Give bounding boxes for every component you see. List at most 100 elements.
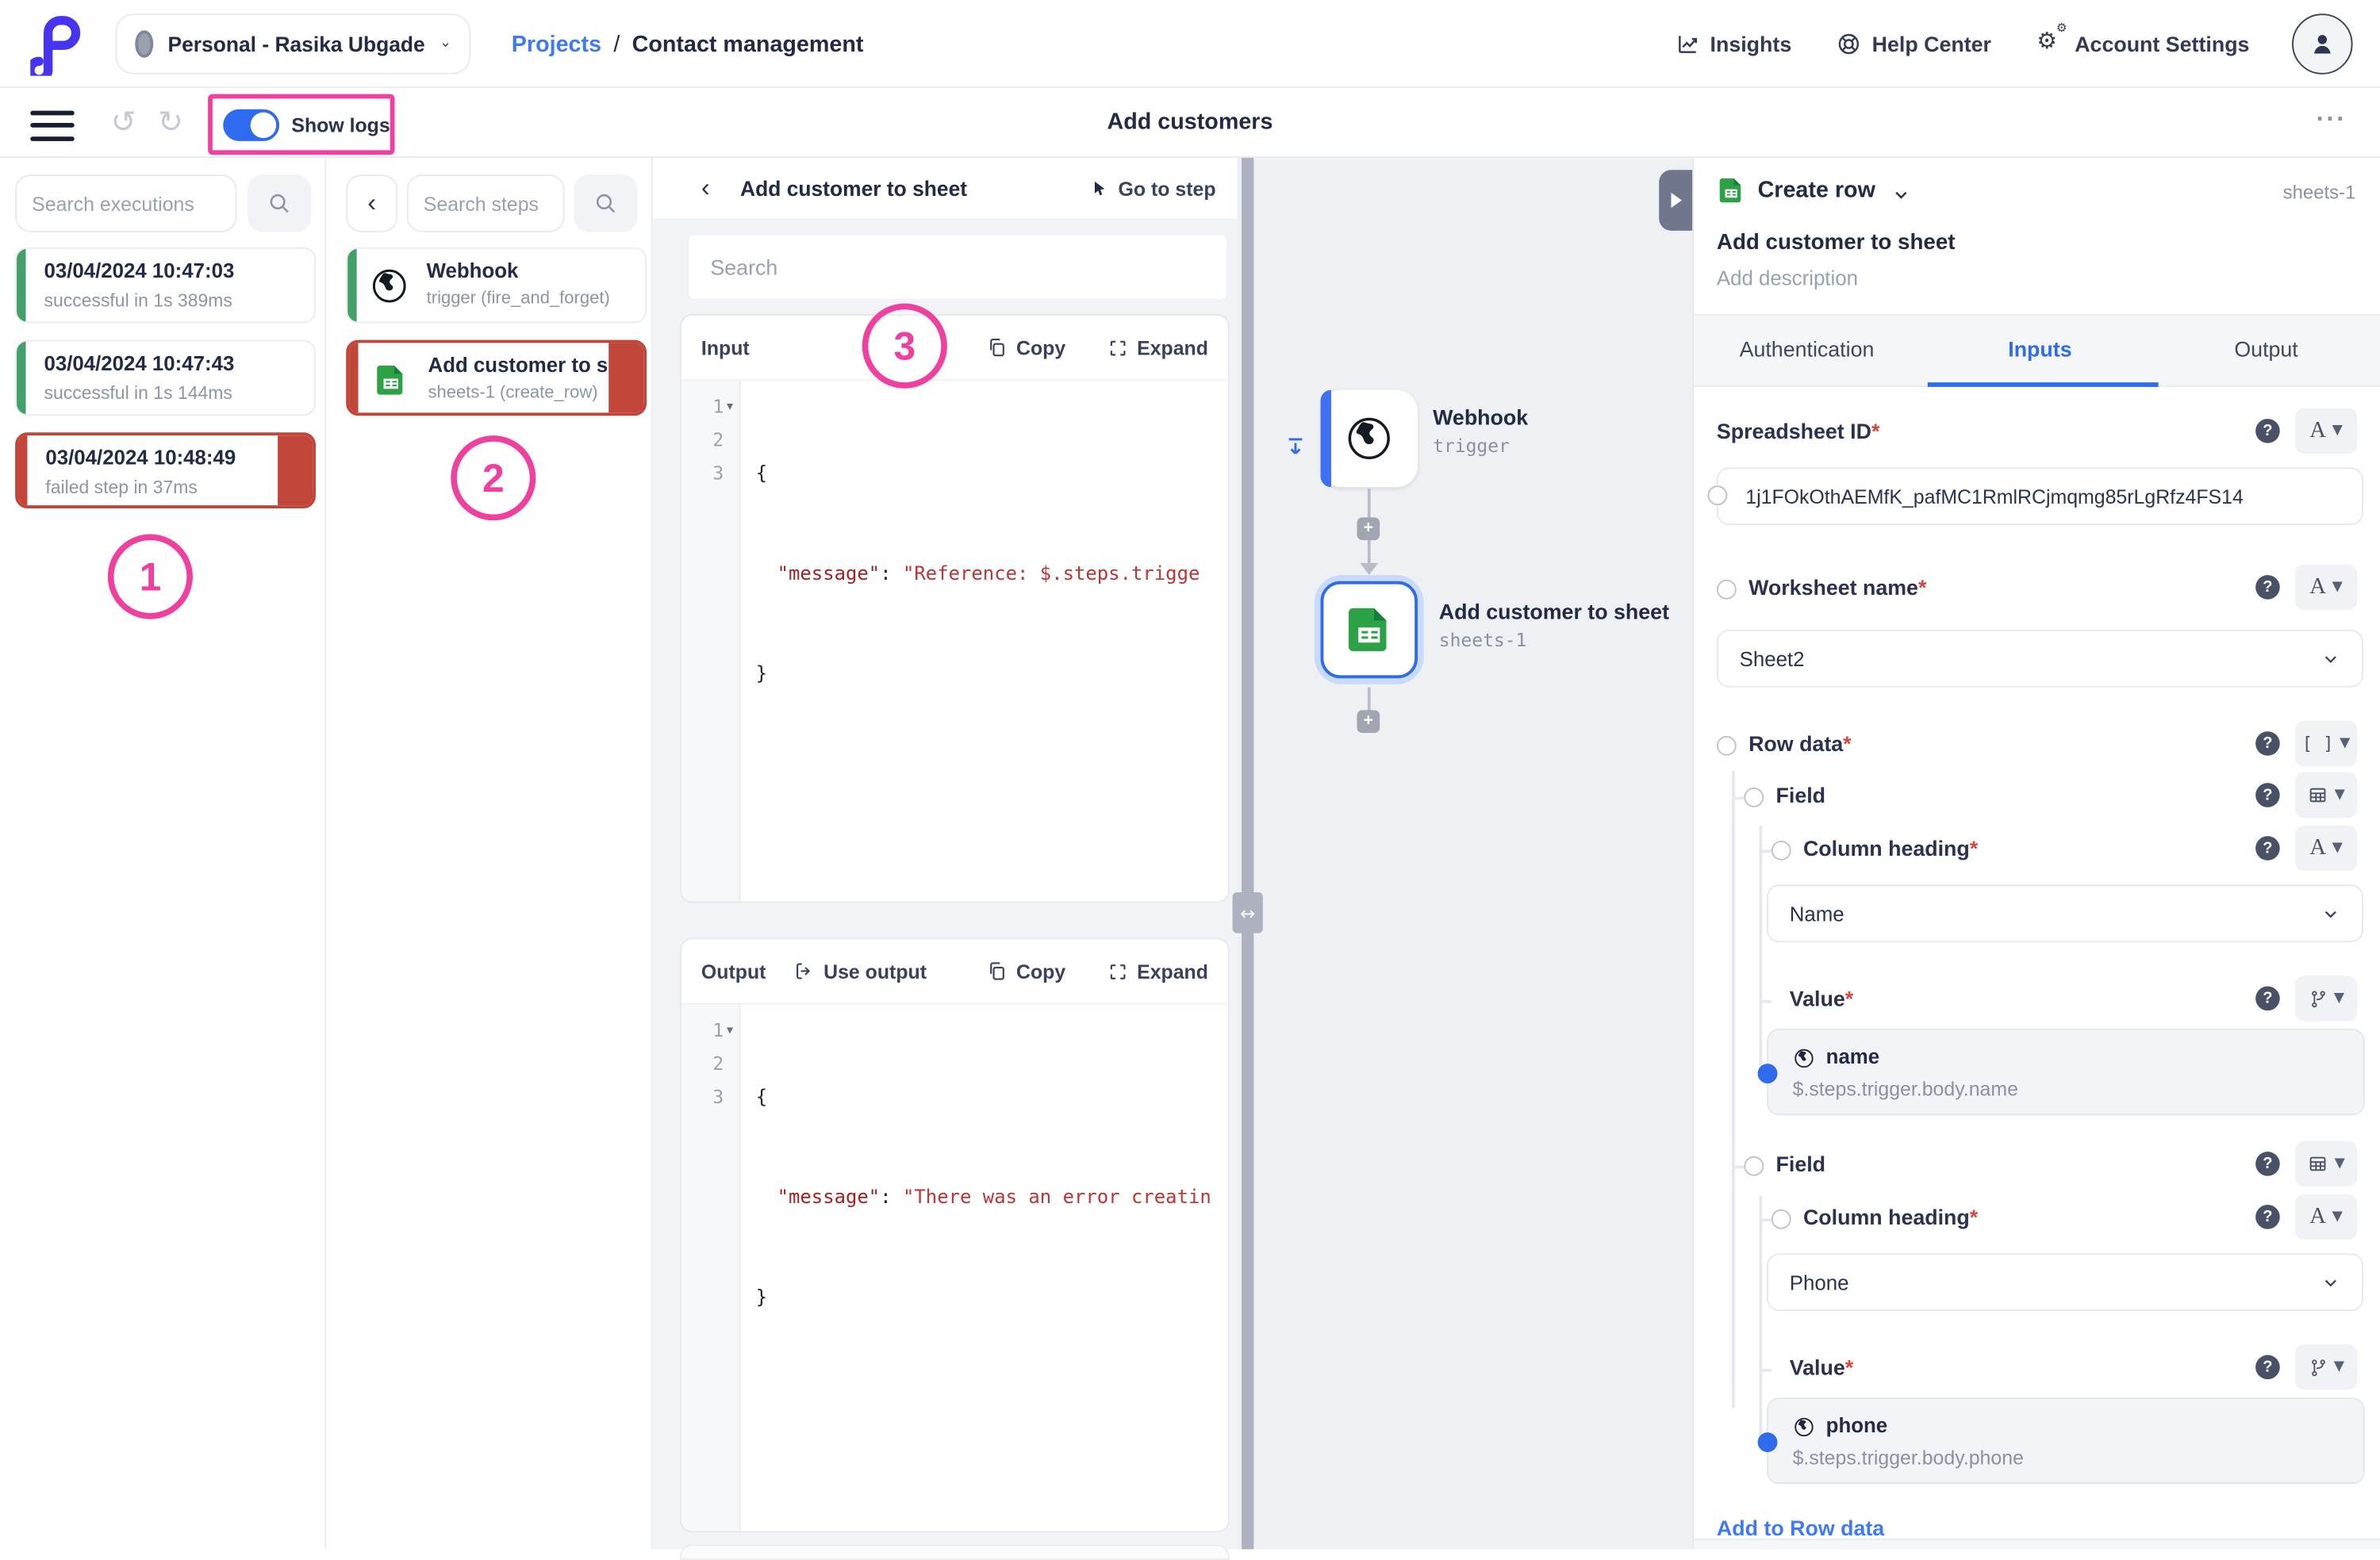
type-selector-string[interactable]: A▼: [2295, 1194, 2357, 1240]
globe-icon: [1793, 1416, 1816, 1439]
tab-output[interactable]: Output: [2234, 337, 2297, 362]
search-executions-input[interactable]: [15, 174, 236, 232]
input-label: Input: [701, 336, 750, 359]
field-label: Field: [1776, 783, 1826, 807]
step-name[interactable]: Add customer to sheet: [1717, 231, 1956, 255]
type-selector-string[interactable]: A▼: [2295, 826, 2357, 871]
prop-radio-icon[interactable]: [1772, 841, 1791, 860]
workspace-name: Personal - Rasika Ubgade: [167, 33, 424, 56]
help-icon[interactable]: ?: [2255, 987, 2280, 1011]
value-controls: ? ▼: [2255, 975, 2357, 1021]
collapse-steps-button[interactable]: ‹: [346, 174, 397, 232]
input-json-code[interactable]: { "message": "Reference: $.steps.trigge …: [743, 381, 1228, 901]
webhook-trigger-node[interactable]: [1321, 390, 1418, 487]
add-step-button[interactable]: +: [1357, 710, 1380, 733]
prop-radio-icon[interactable]: [1744, 1156, 1764, 1176]
back-chevron-icon[interactable]: ‹: [701, 173, 710, 203]
copy-input-button[interactable]: Copy: [986, 336, 1065, 359]
search-button[interactable]: [574, 174, 637, 232]
action-selector-label[interactable]: Create row: [1758, 178, 1875, 204]
help-icon[interactable]: ?: [2255, 783, 2280, 807]
type-selector-object[interactable]: ▼: [2295, 1141, 2357, 1186]
help-center-nav-item[interactable]: Help Center: [1837, 32, 1991, 56]
help-icon[interactable]: ?: [2255, 731, 2280, 756]
spreadsheet-id-input[interactable]: 1j1FOkOthAEMfK_pafMC1RmlRCjmqmg85rLgRfz4…: [1717, 467, 2363, 525]
webhook-node-title: Webhook: [1433, 405, 1528, 430]
output-section: Output Use output Copy Expand 1▼: [680, 937, 1230, 1532]
detail-search-input[interactable]: [689, 236, 1226, 299]
row-data-label: Row data*: [1749, 731, 1852, 756]
add-to-row-data-link[interactable]: Add to Row data: [1717, 1516, 1884, 1540]
active-tab-underline: [1928, 382, 2159, 387]
steps-panel: ‹ Webhook trigger (fire_and_forget) Add …: [326, 158, 652, 1549]
prop-radio-icon[interactable]: [1717, 736, 1737, 756]
copy-output-button[interactable]: Copy: [986, 960, 1065, 983]
step-item-webhook[interactable]: Webhook trigger (fire_and_forget): [346, 247, 647, 324]
type-selector-string[interactable]: A▼: [2295, 565, 2357, 610]
chevron-down-icon[interactable]: [1891, 185, 1911, 205]
help-icon[interactable]: ?: [2255, 1152, 2280, 1176]
workflow-title: Add customers: [0, 109, 2380, 136]
use-output-button[interactable]: Use output: [793, 960, 927, 983]
annotation-circle-1: 1: [108, 534, 193, 619]
failed-indicator: [349, 343, 358, 412]
workspace-switcher[interactable]: Personal - Rasika Ubgade: [115, 13, 470, 75]
fold-caret-icon[interactable]: ▼: [727, 401, 733, 412]
step-item-sheets-selected[interactable]: Add customer to s... sheets-1 (create_ro…: [346, 340, 647, 416]
expand-input-button[interactable]: Expand: [1108, 336, 1208, 359]
help-icon[interactable]: ?: [2255, 419, 2280, 443]
chevron-down-icon: [2320, 649, 2340, 669]
workflow-canvas[interactable]: Webhook trigger + Add customer to sheet …: [1237, 158, 1692, 1549]
column-heading-label: Column heading*: [1803, 1205, 1978, 1229]
app: Personal - Rasika Ubgade Projects / Cont…: [0, 0, 2380, 1549]
chevron-down-icon: [2320, 903, 2340, 923]
tab-inputs-active[interactable]: Inputs: [2008, 337, 2071, 362]
next-section-edge: [680, 1545, 1230, 1560]
go-to-step-button[interactable]: Go to step: [1089, 177, 1215, 200]
prop-radio-icon[interactable]: [1772, 1209, 1791, 1229]
add-step-button[interactable]: +: [1357, 517, 1380, 540]
help-icon[interactable]: ?: [2255, 1355, 2280, 1380]
collapse-inspector-button[interactable]: [1659, 170, 1692, 231]
value-pill-phone[interactable]: phone $.steps.trigger.body.phone: [1767, 1397, 2365, 1484]
fold-caret-icon[interactable]: ▼: [727, 1024, 733, 1036]
search-steps-input[interactable]: [407, 174, 565, 232]
prop-radio-icon[interactable]: [1707, 485, 1727, 505]
pipedream-logo-icon[interactable]: [30, 12, 88, 75]
type-selector-expression[interactable]: ▼: [2295, 1344, 2357, 1389]
insights-nav-item[interactable]: Insights: [1676, 32, 1792, 56]
scroll-to-top-icon[interactable]: [1284, 435, 1307, 458]
column-heading-select[interactable]: Phone: [1767, 1253, 2363, 1311]
output-json-code[interactable]: { "message": "There was an error creatin…: [743, 1005, 1228, 1531]
help-icon[interactable]: ?: [2255, 1205, 2280, 1229]
execution-item[interactable]: 03/04/2024 10:47:03 successful in 1s 389…: [15, 247, 316, 324]
type-selector-array[interactable]: [ ]▼: [2295, 721, 2357, 766]
more-options-button[interactable]: ···: [2317, 105, 2347, 135]
user-avatar[interactable]: [2292, 13, 2353, 75]
type-selector-string[interactable]: A▼: [2295, 408, 2357, 454]
breadcrumb-projects-link[interactable]: Projects: [512, 31, 601, 57]
sheets-action-node[interactable]: [1321, 581, 1418, 678]
step-description-placeholder[interactable]: Add description: [1717, 267, 1858, 290]
execution-item-failed-selected[interactable]: 03/04/2024 10:48:49 failed step in 37ms: [15, 432, 316, 508]
help-icon[interactable]: ?: [2255, 575, 2280, 600]
type-selector-expression[interactable]: ▼: [2295, 975, 2357, 1021]
branch-icon: [2308, 988, 2328, 1008]
panel-divider[interactable]: [1242, 158, 1253, 1549]
execution-item[interactable]: 03/04/2024 10:47:43 successful in 1s 144…: [15, 340, 316, 416]
header-nav: Insights Help Center ⚙ ⚙ Account Setting…: [1676, 0, 2250, 88]
help-icon[interactable]: ?: [2255, 836, 2280, 860]
search-button[interactable]: [248, 174, 311, 232]
prop-radio-icon[interactable]: [1717, 580, 1737, 600]
search-icon: [593, 191, 618, 216]
inspector-tabs: Authentication Inputs Output: [1694, 314, 2380, 387]
tab-authentication[interactable]: Authentication: [1740, 337, 1875, 362]
expand-output-button[interactable]: Expand: [1108, 960, 1208, 983]
account-settings-nav-item[interactable]: ⚙ ⚙ Account Settings: [2036, 30, 2249, 57]
prop-radio-icon[interactable]: [1744, 788, 1764, 807]
panel-resize-handle[interactable]: ↔: [1233, 892, 1263, 933]
value-pill-name[interactable]: name $.steps.trigger.body.name: [1767, 1029, 2365, 1115]
type-selector-object[interactable]: ▼: [2295, 772, 2357, 818]
worksheet-select[interactable]: Sheet2: [1717, 630, 2363, 688]
column-heading-select[interactable]: Name: [1767, 884, 2363, 942]
